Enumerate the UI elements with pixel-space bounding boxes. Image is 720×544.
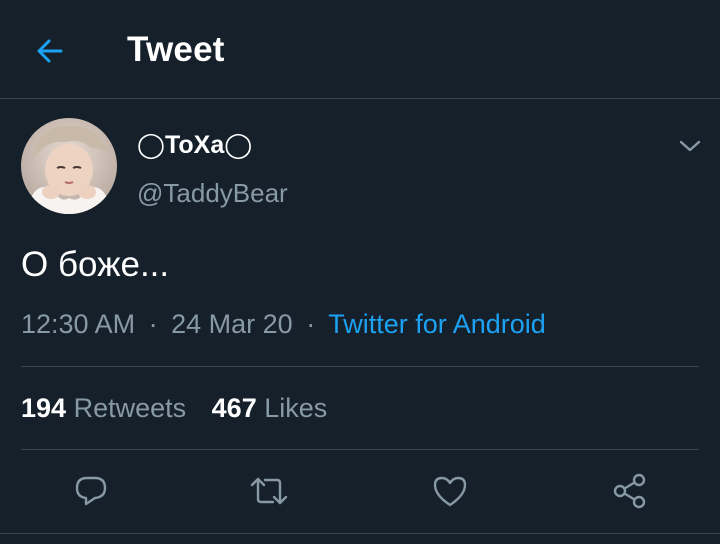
author-display-name[interactable]: ◯ToXa◯ (137, 130, 252, 160)
retweet-icon (250, 477, 288, 505)
page-title: Tweet (127, 30, 225, 69)
meta-separator: · (148, 309, 158, 339)
meta-separator: · (306, 309, 316, 339)
author-handle[interactable]: @TaddyBear (137, 178, 288, 209)
retweets-stat[interactable]: 194 Retweets (21, 393, 186, 424)
tweet-source-link[interactable]: Twitter for Android (328, 309, 546, 339)
arrow-left-icon (37, 39, 63, 63)
retweets-label: Retweets (73, 393, 187, 423)
avatar[interactable] (21, 118, 117, 214)
avatar-image (21, 118, 117, 214)
retweets-count: 194 (21, 393, 67, 423)
share-icon (613, 473, 646, 509)
share-button[interactable] (609, 470, 651, 512)
more-options-button[interactable] (674, 130, 706, 162)
heart-icon (433, 476, 467, 507)
tweet-stats: 194 Retweets 467 Likes (21, 393, 327, 424)
back-button[interactable] (26, 28, 72, 74)
tweet-meta: 12:30 AM · 24 Mar 20 · Twitter for Andro… (21, 309, 546, 340)
chevron-down-icon (679, 140, 701, 152)
tweet-text: О боже... (21, 245, 170, 284)
divider (21, 449, 699, 450)
divider (0, 533, 720, 534)
divider (21, 366, 699, 367)
top-bar: Tweet (0, 0, 720, 99)
likes-count: 467 (211, 393, 257, 423)
likes-stat[interactable]: 467 Likes (212, 393, 328, 424)
likes-label: Likes (264, 393, 328, 423)
reply-icon (75, 476, 107, 506)
tweet-date: 24 Mar 20 (171, 309, 293, 339)
like-button[interactable] (429, 470, 471, 512)
retweet-button[interactable] (248, 470, 290, 512)
tweet-time: 12:30 AM (21, 309, 136, 339)
tweet-detail-screen: Tweet ◯ToXa◯ @TaddyBear О боже... 12:30 … (0, 0, 720, 544)
reply-button[interactable] (70, 470, 112, 512)
